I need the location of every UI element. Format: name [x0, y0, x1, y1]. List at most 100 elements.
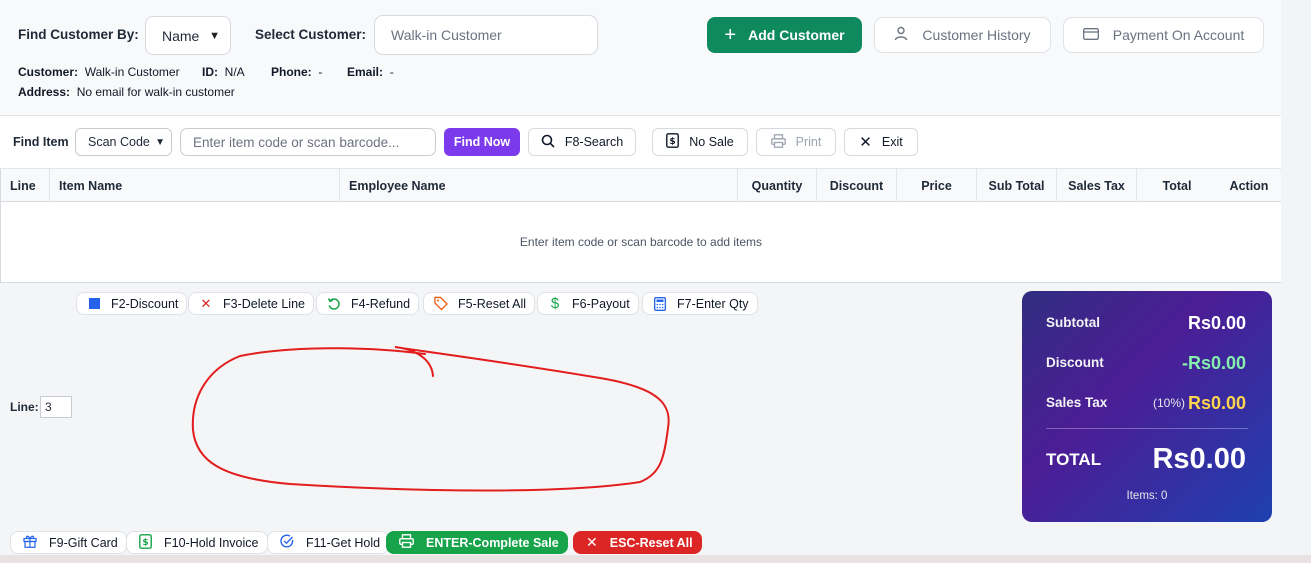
f9-label: F9-Gift Card	[49, 535, 118, 550]
sales-tax-label: Sales Tax	[1046, 395, 1108, 410]
line-number-input[interactable]: 3	[40, 396, 72, 418]
col-sales-tax: Sales Tax	[1057, 169, 1137, 202]
svg-text:$: $	[670, 137, 676, 147]
no-sale-label: No Sale	[689, 135, 734, 149]
chevron-down-icon: ▼	[155, 136, 165, 148]
customer-history-label: Customer History	[922, 27, 1031, 43]
print-button[interactable]: Print	[756, 128, 836, 156]
printer-icon	[399, 534, 414, 551]
line-label: Line:	[10, 400, 39, 414]
customer-search-input[interactable]: Walk-in Customer	[374, 15, 598, 55]
close-icon: ✕	[200, 295, 212, 311]
email-value: -	[389, 65, 394, 79]
discount-square-icon	[87, 297, 101, 311]
f10-hold-invoice-button[interactable]: $ F10-Hold Invoice	[126, 531, 268, 554]
find-now-button[interactable]: Find Now	[444, 128, 520, 156]
items-table-header: Line Item Name Employee Name Quantity Di…	[0, 169, 1281, 202]
plus-icon: +	[724, 23, 737, 46]
col-item-name: Item Name	[50, 169, 340, 202]
find-by-value: Name	[162, 27, 200, 44]
complete-sale-button[interactable]: ENTER-Complete Sale	[386, 531, 568, 554]
payment-on-account-label: Payment On Account	[1112, 27, 1245, 43]
f7-enter-qty-button[interactable]: F7-Enter Qty	[642, 292, 758, 315]
f3-label: F3-Delete Line	[223, 296, 305, 311]
totals-divider	[1046, 428, 1248, 429]
item-code-placeholder: Enter item code or scan barcode...	[193, 134, 400, 150]
total-label: TOTAL	[1046, 450, 1102, 469]
total-value: Rs0.00	[1152, 443, 1246, 475]
window-gutter	[1281, 0, 1311, 555]
customer-phone: Phone: -	[271, 65, 322, 79]
exit-button[interactable]: ✕ Exit	[844, 128, 918, 156]
subtotal-value: Rs0.00	[1187, 313, 1246, 333]
enter-label: ENTER-Complete Sale	[426, 535, 559, 550]
exit-label: Exit	[881, 135, 903, 149]
find-item-label: Find Item	[13, 135, 69, 149]
address-label: Address:	[18, 85, 71, 99]
find-now-label: Find Now	[453, 135, 511, 149]
search-icon	[541, 134, 555, 151]
f2-discount-button[interactable]: F2-Discount	[76, 292, 188, 315]
line-number-value: 3	[45, 400, 52, 414]
print-label: Print	[795, 135, 822, 149]
esc-label: ESC-Reset All	[609, 535, 693, 550]
customer-address: Address: No email for walk-in customer	[18, 85, 235, 99]
user-icon	[894, 26, 908, 44]
phone-label: Phone:	[271, 65, 312, 79]
item-code-input[interactable]: Enter item code or scan barcode...	[180, 128, 436, 156]
calculator-icon	[653, 296, 667, 311]
close-icon: ✕	[859, 134, 872, 151]
credit-card-icon	[1082, 27, 1099, 43]
f5-reset-all-button[interactable]: F5-Reset All	[423, 292, 536, 315]
find-mode-value: Scan Code	[88, 135, 150, 149]
id-label: ID:	[202, 65, 218, 79]
find-mode-select[interactable]: Scan Code ▼	[75, 128, 172, 156]
no-sale-button[interactable]: $ No Sale	[652, 128, 748, 156]
f7-label: F7-Enter Qty	[677, 296, 749, 311]
customer-name: Walk-in Customer	[84, 65, 180, 79]
payment-on-account-button[interactable]: Payment On Account	[1063, 17, 1264, 53]
svg-text:$: $	[142, 538, 148, 548]
tax-rate: (10%)	[1152, 396, 1185, 410]
find-customer-by-label: Find Customer By:	[18, 27, 139, 42]
customer-label: Customer:	[18, 65, 79, 79]
add-customer-button[interactable]: + Add Customer	[707, 17, 862, 53]
items-count: Items: 0	[1126, 490, 1168, 502]
f11-get-hold-button[interactable]: F11-Get Hold	[267, 531, 390, 554]
customer-id: ID: N/A	[202, 65, 245, 79]
esc-reset-all-button[interactable]: ✕ ESC-Reset All	[573, 531, 702, 554]
customer-history-button[interactable]: Customer History	[874, 17, 1051, 53]
find-customer-by-select[interactable]: Name ▼	[145, 16, 231, 55]
f4-refund-button[interactable]: F4-Refund	[316, 292, 420, 315]
f3-delete-line-button[interactable]: ✕ F3-Delete Line	[188, 292, 314, 315]
f8-search-button[interactable]: F8-Search	[528, 128, 636, 156]
discount-label: Discount	[1046, 355, 1104, 370]
subtotal-label: Subtotal	[1046, 315, 1100, 330]
f4-label: F4-Refund	[351, 296, 411, 311]
sales-tax-value: Rs0.00	[1187, 393, 1246, 413]
f11-label: F11-Get Hold	[306, 535, 381, 550]
col-line: Line	[1, 169, 50, 202]
close-icon: ✕	[586, 534, 598, 550]
items-table-body: Enter item code or scan barcode to add i…	[0, 202, 1281, 283]
cash-icon: $	[666, 133, 680, 151]
col-price: Price	[897, 169, 977, 202]
check-circle-icon	[280, 534, 294, 551]
select-customer-label: Select Customer:	[255, 27, 367, 42]
pos-window: Find Customer By: Name ▼ Select Customer…	[0, 0, 1281, 555]
f6-label: F6-Payout	[572, 296, 630, 311]
f6-payout-button[interactable]: $ F6-Payout	[537, 292, 639, 315]
discount-value: -Rs0.00	[1181, 353, 1246, 373]
add-customer-label: Add Customer	[748, 27, 845, 43]
col-quantity: Quantity	[738, 169, 817, 202]
address-value: No email for walk-in customer	[76, 85, 235, 99]
printer-icon	[770, 133, 786, 151]
f2-label: F2-Discount	[111, 296, 179, 311]
search-label: F8-Search	[564, 135, 624, 149]
col-sub-total: Sub Total	[977, 169, 1057, 202]
col-action: Action	[1229, 178, 1269, 193]
col-total: Total	[1162, 178, 1192, 193]
f9-gift-card-button[interactable]: F9-Gift Card	[10, 531, 127, 554]
refund-icon	[327, 297, 341, 311]
customer-email: Email: -	[347, 65, 394, 79]
